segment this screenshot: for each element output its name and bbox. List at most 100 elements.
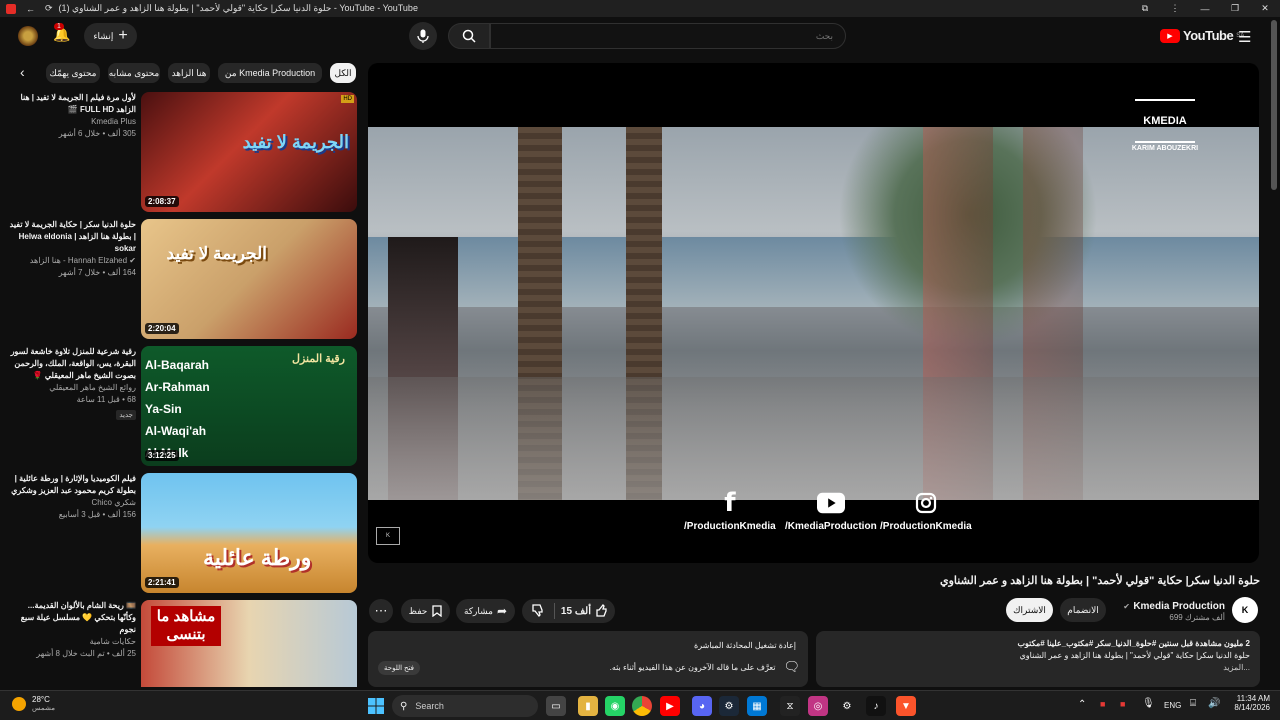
related-video-item[interactable]: الجريمة لا تفيد 2:20:04 حلوة الدنيا سكر …: [8, 219, 358, 339]
sun-icon: [12, 696, 26, 711]
show-more-link[interactable]: ...المزيد: [826, 663, 1250, 672]
whatsapp-icon[interactable]: ◉: [605, 696, 625, 716]
page-scrollbar[interactable]: [1271, 20, 1277, 190]
channel-name[interactable]: شكري Chico: [8, 497, 136, 509]
chip-related[interactable]: محتوى مشابه: [108, 63, 160, 83]
brave-icon[interactable]: ▼: [896, 696, 916, 716]
task-view-icon[interactable]: ▭: [546, 696, 566, 716]
chip-from-channel[interactable]: من Kmedia Production: [218, 63, 322, 83]
youtube-logo-icon: ▶: [1160, 28, 1180, 43]
channel-avatar[interactable]: [18, 26, 38, 46]
reload-icon[interactable]: ⟳: [45, 3, 53, 14]
language-indicator[interactable]: ENG: [1164, 701, 1181, 710]
taskbar-search-box[interactable]: ⚲ Search: [392, 695, 538, 717]
restore-icon[interactable]: ❐: [1220, 3, 1250, 14]
capcut-icon[interactable]: ⧖: [780, 696, 800, 716]
channel-name[interactable]: ✔ Hannah Elzahed - هنا الزاهد: [8, 255, 136, 267]
channel-name-row[interactable]: ✔ Kmedia Production: [1100, 598, 1225, 612]
subscriber-count: 699 ألف مشترك: [1169, 613, 1225, 622]
related-video-item[interactable]: ورطة عائلية 2:21:41 فيلم الكوميديا والإث…: [8, 473, 358, 593]
like-count: 15 ألف: [560, 605, 591, 617]
video-thumbnail[interactable]: ورطة عائلية 2:21:41: [141, 473, 357, 593]
video-duration: 2:20:04: [145, 323, 179, 334]
kmedia-watermark-name: KARIM ABOUZEKRI: [1131, 145, 1199, 152]
chip-personalized[interactable]: محتوى يهمّك: [46, 63, 100, 83]
channel-avatar-logo[interactable]: K: [1232, 597, 1258, 623]
youtube-app-icon[interactable]: ▶: [660, 696, 680, 716]
network-icon[interactable]: ⌸: [1190, 698, 1196, 709]
save-button[interactable]: حفظ: [401, 599, 450, 623]
join-button[interactable]: الانضمام: [1060, 598, 1106, 622]
kmedia-watermark: K MEDIA KARIM ABOUZEKRI: [1125, 99, 1205, 152]
tray-app-icon[interactable]: ■: [1100, 699, 1105, 709]
youtube-logo[interactable]: ▶ YouTube SA: [1160, 28, 1244, 43]
window-title: حلوة الدنيا سكر| حكاية "قولي لأحمد" | بط…: [58, 3, 418, 13]
microphone-tray-icon[interactable]: 🎙: [1142, 698, 1155, 709]
description-views: 2 مليون مشاهدة قبل سنتين #حلوة_الدنيا_سك…: [1017, 639, 1250, 648]
search-button[interactable]: [448, 23, 490, 49]
plus-icon: +: [118, 27, 128, 44]
video-title[interactable]: لأول مرة فيلم | الجريمة لا تفيد | هنا ال…: [8, 92, 137, 116]
create-button[interactable]: إنشاء +: [84, 23, 137, 49]
close-icon[interactable]: ✕: [1250, 3, 1280, 14]
video-meta: رقية شرعية للمنزل تلاوة خاشعة لسور البقر…: [8, 346, 136, 420]
minimize-icon[interactable]: —: [1190, 4, 1220, 14]
channel-name[interactable]: حكايات شامية: [8, 636, 136, 648]
microsoft-store-icon[interactable]: ▦: [747, 696, 767, 716]
video-thumbnail[interactable]: الجريمة لا تفيد HD 2:08:37: [141, 92, 357, 212]
share-button[interactable]: مشاركة ➦: [456, 599, 515, 623]
channel-name[interactable]: روائع الشيخ ماهر المعيقلي: [8, 382, 136, 394]
start-menu-icon[interactable]: [366, 696, 386, 716]
video-title[interactable]: رقية شرعية للمنزل تلاوة خاشعة لسور البقر…: [8, 346, 136, 382]
chip-hana-elzahed[interactable]: هنا الزاهد: [168, 63, 210, 83]
extensions-icon[interactable]: ⧉: [1130, 3, 1160, 14]
channel-name[interactable]: Kmedia Plus: [8, 116, 136, 128]
dislike-button[interactable]: [522, 603, 554, 619]
bookmark-icon: [432, 605, 442, 617]
video-thumbnail[interactable]: الجريمة لا تفيد 2:20:04: [141, 219, 357, 339]
browser-app-icon[interactable]: [6, 3, 16, 14]
video-player[interactable]: K MEDIA KARIM ABOUZEKRI /ProductionKmedia…: [368, 63, 1259, 563]
discord-icon[interactable]: ◕: [692, 696, 712, 716]
chip-all[interactable]: الكل: [330, 63, 356, 83]
settings-icon[interactable]: ⚙: [837, 696, 857, 716]
notifications-icon[interactable]: 🔔 1: [52, 23, 72, 46]
volume-icon[interactable]: 🔊: [1208, 698, 1220, 709]
chrome-icon[interactable]: [632, 696, 652, 716]
file-explorer-icon[interactable]: ▮: [578, 696, 598, 716]
verified-icon: ✔: [1123, 602, 1130, 611]
kmedia-logo-mark: K MEDIA: [1135, 99, 1195, 143]
tiktok-icon[interactable]: ♪: [866, 696, 886, 716]
menu-dots-icon[interactable]: ⋮: [1160, 3, 1190, 14]
description-panel[interactable]: 2 مليون مشاهدة قبل سنتين #حلوة_الدنيا_سك…: [816, 631, 1260, 687]
related-video-item[interactable]: الجريمة لا تفيد HD 2:08:37 لأول مرة فيلم…: [8, 92, 358, 212]
weather-desc: مشمس: [32, 705, 55, 712]
tray-app-icon[interactable]: ■: [1120, 699, 1125, 709]
create-label: إنشاء: [93, 30, 114, 41]
weather-widget[interactable]: 28°C مشمس: [12, 695, 55, 712]
hamburger-menu-icon[interactable]: ☰: [1238, 28, 1251, 46]
video-thumbnail[interactable]: رقية المنزل Al-Baqarah Ar-Rahman Ya-Sin Al-…: [141, 346, 357, 466]
video-title[interactable]: 🎞️ ريحة الشام بالألوان القديمة... وكأنّه…: [8, 600, 136, 636]
steam-icon[interactable]: ⚙: [719, 696, 739, 716]
like-button[interactable]: 15 ألف: [555, 604, 615, 618]
related-video-item[interactable]: مشاهد ما بتنسى 🎞️ ريحة الشام بالألوان ال…: [8, 600, 358, 687]
video-title[interactable]: حلوة الدنيا سكر | حكاية الجريمة لا تفيد …: [8, 219, 136, 255]
youtube-icon: [816, 491, 845, 515]
related-video-item[interactable]: رقية المنزل Al-Baqarah Ar-Rahman Ya-Sin Al-…: [8, 346, 358, 466]
more-actions-button[interactable]: ⋯: [369, 599, 393, 623]
instagram-app-icon[interactable]: ◎: [808, 696, 828, 716]
voice-search-button[interactable]: [409, 22, 437, 50]
dislike-icon: [532, 604, 543, 617]
open-panel-button[interactable]: فتح اللوحة: [378, 661, 421, 675]
back-icon[interactable]: ←: [26, 4, 35, 14]
chevron-left-icon[interactable]: ‹: [20, 64, 25, 80]
search-input[interactable]: [490, 23, 846, 49]
tray-chevron-icon[interactable]: ⌃: [1078, 699, 1086, 710]
instagram-handle: /ProductionKmedia: [880, 521, 972, 532]
thumbnail-title-art: مشاهد ما بتنسى: [151, 606, 221, 646]
clock[interactable]: 11:34 AM 8/14/2026: [1226, 694, 1270, 712]
video-title[interactable]: فيلم الكوميديا والإثارة | ورطة عائلية | …: [8, 473, 136, 497]
subscribe-button[interactable]: الاشتراك: [1006, 598, 1053, 622]
video-thumbnail[interactable]: مشاهد ما بتنسى: [141, 600, 357, 687]
